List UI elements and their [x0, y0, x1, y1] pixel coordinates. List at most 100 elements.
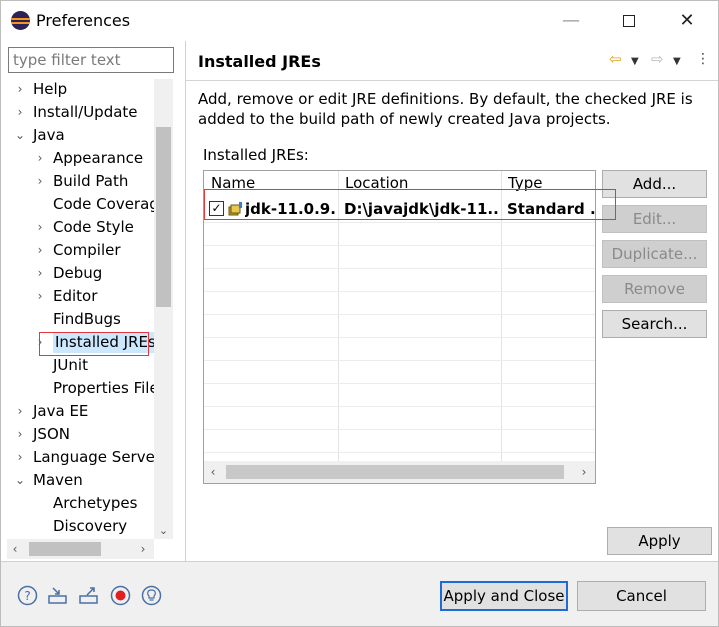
tree-item[interactable]: Code Coverag: [7, 194, 159, 217]
tree-item-label: Code Coverag: [53, 195, 159, 213]
collapse-icon[interactable]: ⌄: [13, 470, 27, 491]
table-scroll-right-icon[interactable]: ›: [575, 461, 593, 483]
tree-item-label: Code Style: [53, 218, 134, 236]
tip-icon[interactable]: [141, 585, 162, 606]
table-scroll-left-icon[interactable]: ‹: [204, 461, 222, 483]
tree-item[interactable]: › Appearance: [7, 148, 155, 171]
jre-location-cell[interactable]: D:\javajdk\jdk-11...: [344, 198, 499, 220]
cancel-button[interactable]: Cancel: [577, 581, 706, 611]
expand-icon[interactable]: ›: [13, 447, 27, 468]
minimize-button[interactable]: —: [558, 9, 584, 33]
installed-jres-label: Installed JREs:: [203, 146, 309, 164]
tree-item[interactable]: › Compiler: [7, 240, 155, 263]
preferences-window: Preferences — ✕ › Help › Install/Update ⌄ Jav…: [0, 0, 719, 627]
expand-icon[interactable]: ›: [33, 217, 47, 238]
tree-item-label: Help: [33, 80, 68, 98]
jre-type-cell[interactable]: Standard ...: [507, 198, 595, 220]
expand-icon[interactable]: ›: [13, 424, 27, 445]
tree-item-label: Archetypes: [53, 494, 138, 512]
close-button[interactable]: ✕: [674, 9, 700, 33]
tree-horizontal-scrollbar[interactable]: ‹ ›: [7, 539, 154, 559]
apply-button[interactable]: Apply: [607, 527, 712, 555]
jre-default-checkbox[interactable]: ✓: [209, 201, 224, 216]
tree-item-label: Build Path: [53, 172, 129, 190]
maximize-button[interactable]: [616, 9, 642, 33]
row-divider: [204, 291, 595, 292]
tree-item[interactable]: › Help: [7, 79, 155, 102]
expand-icon[interactable]: ›: [13, 79, 27, 100]
table-scroll-thumb[interactable]: [226, 465, 564, 479]
tree-item-label: Compiler: [53, 241, 121, 259]
expand-icon[interactable]: ›: [33, 171, 47, 192]
tree-item[interactable]: Archetypes: [7, 493, 155, 516]
tree-vertical-scrollbar[interactable]: ⌄: [154, 79, 173, 539]
edit-jre-button[interactable]: Edit...: [602, 205, 707, 233]
tree-item-label: Java: [33, 126, 65, 144]
tree-item-label: Debug: [53, 264, 103, 282]
tree-item[interactable]: › Debug: [7, 263, 155, 286]
forward-arrow-icon[interactable]: ⇨: [651, 51, 664, 67]
add-jre-button[interactable]: Add...: [602, 170, 707, 198]
import-icon[interactable]: [47, 585, 68, 606]
column-header-name[interactable]: Name: [204, 171, 338, 195]
tree-item[interactable]: › Language Server: [7, 447, 161, 470]
collapse-icon[interactable]: ⌄: [13, 125, 27, 146]
tree-item[interactable]: › Install/Update: [7, 102, 155, 125]
remove-jre-button[interactable]: Remove: [602, 275, 707, 303]
maximize-icon: [623, 15, 635, 27]
tree-item[interactable]: › Build Path: [7, 171, 155, 194]
tree-item[interactable]: › JSON: [7, 424, 155, 447]
expand-icon[interactable]: ›: [33, 148, 47, 169]
tree-scroll-thumb[interactable]: [156, 127, 171, 307]
tree-hscroll-thumb[interactable]: [29, 542, 101, 556]
tree-item-label: JSON: [33, 425, 70, 443]
apply-and-close-button[interactable]: Apply and Close: [440, 581, 568, 611]
row-divider: [204, 314, 595, 315]
tree-item-label: FindBugs: [53, 310, 121, 328]
scroll-down-icon[interactable]: ⌄: [154, 523, 173, 539]
column-header-location[interactable]: Location: [338, 171, 501, 195]
table-horizontal-scrollbar[interactable]: ‹ ›: [204, 461, 595, 483]
tree-item[interactable]: › Installed JREs: [7, 332, 158, 355]
forward-dropdown-icon[interactable]: ▼: [673, 54, 681, 70]
record-icon[interactable]: [110, 585, 131, 606]
tree-item-label: Editor: [53, 287, 98, 305]
tree-item-label: Language Server: [33, 448, 161, 466]
dialog-footer: ? Apply and Close Cancel: [1, 561, 718, 626]
page-content: Add, remove or edit JRE definitions. By …: [186, 81, 718, 561]
expand-icon[interactable]: ›: [33, 286, 47, 307]
expand-icon[interactable]: ›: [33, 263, 47, 284]
tree-item[interactable]: Properties File: [7, 378, 159, 401]
column-header-type[interactable]: Type: [501, 171, 595, 195]
filter-input[interactable]: [8, 47, 174, 73]
expand-icon[interactable]: ›: [33, 240, 47, 261]
expand-icon[interactable]: ›: [13, 401, 27, 422]
jre-name-cell[interactable]: jdk-11.0.9...: [245, 198, 337, 220]
tree-item[interactable]: › Code Style: [7, 217, 155, 240]
tree-item-label: Properties File: [53, 379, 159, 397]
tree-item[interactable]: ⌄ Maven: [7, 470, 155, 493]
tree-item[interactable]: JUnit: [7, 355, 155, 378]
search-jre-button[interactable]: Search...: [602, 310, 707, 338]
tree-item-label: Java EE: [33, 402, 89, 420]
scroll-right-icon[interactable]: ›: [135, 539, 151, 559]
tree-item[interactable]: › Java EE: [7, 401, 155, 424]
tree-item-label: Maven: [33, 471, 83, 489]
back-arrow-icon[interactable]: ⇦: [609, 51, 622, 67]
tree-item[interactable]: ⌄ Java: [7, 125, 155, 148]
window-title: Preferences: [36, 11, 131, 30]
tree-item-label: Install/Update: [33, 103, 138, 121]
scroll-left-icon[interactable]: ‹: [7, 539, 23, 559]
expand-icon[interactable]: ›: [13, 102, 27, 123]
tree-item[interactable]: Discovery: [7, 516, 155, 539]
help-icon[interactable]: ?: [17, 585, 38, 606]
back-dropdown-icon[interactable]: ▼: [631, 54, 639, 70]
tree-item[interactable]: › Editor: [7, 286, 155, 309]
column-divider: [338, 171, 339, 461]
duplicate-jre-button[interactable]: Duplicate...: [602, 240, 707, 268]
view-menu-icon[interactable]: ⋮: [696, 51, 710, 67]
tree-item[interactable]: FindBugs: [7, 309, 155, 332]
row-divider: [204, 268, 595, 269]
expand-icon[interactable]: ›: [33, 332, 47, 353]
export-icon[interactable]: [78, 585, 99, 606]
